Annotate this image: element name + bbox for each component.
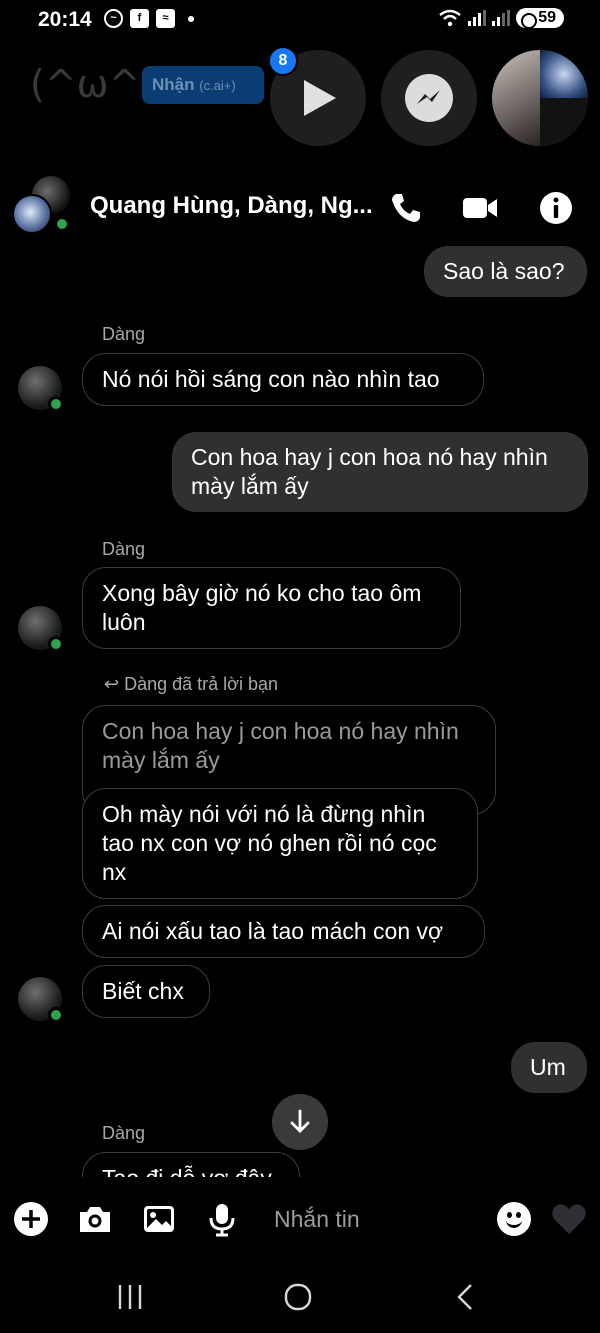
facebook-notification-icon: f	[130, 9, 149, 28]
emoji-icon[interactable]	[497, 1202, 531, 1236]
chat-panel: Quang Hùng, Dàng, Ng... Sao là sao? Dàng…	[0, 160, 600, 1177]
message-composer: Nhắn tin	[0, 1180, 600, 1260]
more-notifications-dot	[188, 15, 194, 22]
back-button[interactable]	[446, 1280, 486, 1314]
signal-icon-2	[492, 10, 511, 26]
battery-indicator: 59	[516, 8, 564, 29]
signal-icon	[468, 10, 487, 26]
message-input[interactable]: Nhắn tin	[262, 1196, 482, 1240]
receive-button[interactable]: Nhận (c.ai+)	[142, 66, 264, 104]
unread-badge: 8	[268, 46, 298, 76]
arrow-down-icon	[290, 1109, 310, 1133]
plus-icon[interactable]	[12, 1200, 50, 1238]
wifi-icon	[439, 9, 461, 27]
reply-icon: ↩	[104, 674, 125, 694]
chat-title[interactable]: Quang Hùng, Dàng, Ng...	[90, 192, 373, 220]
message-bubble-incoming[interactable]: Tao đi dỗ vợ đây	[82, 1152, 300, 1177]
home-button[interactable]	[278, 1280, 318, 1314]
online-indicator	[48, 636, 64, 652]
image-icon[interactable]	[140, 1200, 178, 1238]
messenger-notification-icon: ~	[104, 9, 123, 28]
notification-icons: ~ f ≈	[104, 9, 194, 28]
message-bubble-incoming[interactable]: Ai nói xấu tao là tao mách con vợ	[82, 905, 485, 958]
avatar[interactable]	[18, 977, 64, 1023]
chat-header: Quang Hùng, Dàng, Ng...	[0, 160, 600, 242]
reply-note: ↩ Dàng đã trả lời bạn	[104, 674, 278, 694]
online-indicator	[48, 396, 64, 412]
kaomoji-text: (^ω^)	[30, 62, 156, 106]
message-bubble-incoming[interactable]: Xong bây giờ nó ko cho tao ôm luôn	[82, 567, 461, 649]
message-bubble-outgoing[interactable]: Um	[511, 1042, 587, 1093]
sender-name: Dàng	[102, 324, 146, 344]
online-indicator	[54, 216, 70, 232]
play-icon	[304, 80, 336, 116]
messenger-icon	[405, 74, 453, 122]
info-icon[interactable]	[539, 190, 575, 226]
group-chat-head[interactable]	[492, 50, 588, 146]
video-call-icon[interactable]	[462, 190, 498, 226]
status-bar: 20:14 ~ f ≈ 59	[0, 0, 600, 40]
microphone-icon[interactable]	[203, 1200, 241, 1238]
sender-name: Dàng	[102, 1123, 146, 1143]
avatar[interactable]	[18, 366, 64, 412]
system-status-icons: 59	[438, 8, 564, 29]
phone-call-icon[interactable]	[388, 190, 424, 226]
status-time: 20:14	[38, 8, 92, 31]
system-navigation-bar	[0, 1262, 600, 1333]
sender-name: Dàng	[102, 539, 146, 559]
recent-apps-button[interactable]	[110, 1280, 150, 1314]
message-bubble-incoming[interactable]: Oh mày nói với nó là đừng nhìn tao nx co…	[82, 788, 478, 899]
app-notification-icon: ≈	[156, 9, 175, 28]
messenger-chat-head[interactable]	[381, 50, 477, 146]
background-app-row: (^ω^) Nhận (c.ai+) 8	[0, 44, 600, 154]
avatar[interactable]	[18, 606, 64, 652]
message-bubble-outgoing[interactable]: Sao là sao?	[424, 246, 587, 297]
heart-icon[interactable]	[550, 1200, 588, 1238]
message-bubble-outgoing[interactable]: Con hoa hay j con hoa nó hay nhìn mày lắ…	[172, 432, 588, 512]
message-bubble-incoming[interactable]: Biết chx	[82, 965, 210, 1018]
online-indicator	[48, 1007, 64, 1023]
group-avatar[interactable]	[12, 176, 70, 234]
scroll-down-button[interactable]	[272, 1094, 328, 1150]
message-bubble-incoming[interactable]: Nó nói hồi sáng con nào nhìn tao	[82, 353, 484, 406]
camera-icon[interactable]	[76, 1200, 114, 1238]
